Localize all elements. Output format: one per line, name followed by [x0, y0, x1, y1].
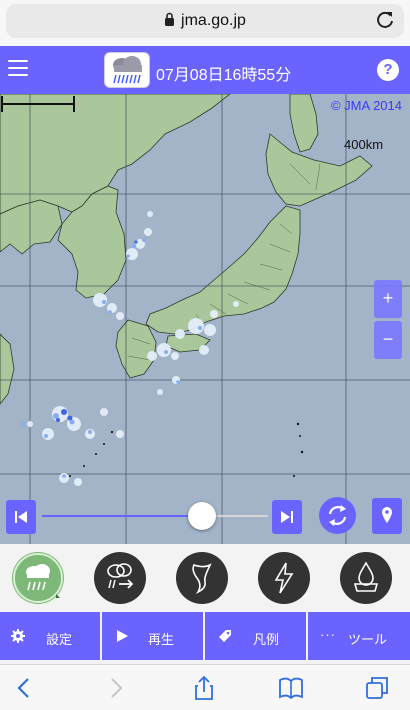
radar-map[interactable]: © JMA 2014 400km + − [0, 94, 410, 544]
skip-back-icon [15, 511, 27, 523]
refresh-cycle-icon [328, 505, 347, 526]
rain-cloud-icon [113, 56, 142, 84]
play-button[interactable]: 再生 [102, 612, 203, 660]
rain-forecast-icon [96, 554, 144, 602]
rain-cloud-logo-icon[interactable] [104, 52, 150, 88]
tag-icon [219, 630, 231, 642]
timestamp-title: 07月08日16時55分 [156, 67, 292, 84]
browser-url-bar: jma.go.jp [0, 0, 410, 46]
kyushu-landmass [115, 319, 157, 379]
settings-button[interactable]: 設定 [0, 612, 100, 660]
settings-label: 設定 [46, 632, 73, 647]
first-frame-button[interactable] [6, 500, 36, 534]
layer-rain-radar-button[interactable] [12, 552, 64, 604]
host-text: jma.go.jp [181, 12, 246, 29]
sakhalin-landmass [289, 94, 319, 153]
bookmarks-icon[interactable] [278, 675, 304, 701]
china-south-landmass [0, 333, 15, 405]
browser-toolbar [0, 664, 410, 710]
gear-icon [11, 629, 25, 643]
zoom-out-button[interactable]: − [374, 321, 402, 359]
lightning-icon [260, 554, 308, 602]
time-slider-knob[interactable] [188, 502, 216, 530]
legend-label: 凡例 [253, 632, 280, 647]
play-icon [117, 630, 128, 642]
lock-icon [165, 12, 175, 26]
water-drop-icon [342, 554, 390, 602]
play-label: 再生 [148, 632, 175, 647]
scale-bar [1, 96, 75, 112]
back-icon[interactable] [12, 675, 38, 701]
layer-thunder-button[interactable] [258, 552, 310, 604]
layer-precip-intensity-button[interactable] [340, 552, 392, 604]
auto-refresh-button[interactable] [319, 497, 356, 534]
tools-label: ツール [348, 632, 388, 647]
help-icon[interactable]: ? [377, 59, 399, 81]
zoom-in-button[interactable]: + [374, 280, 402, 318]
skip-forward-icon [281, 511, 293, 523]
address-host[interactable]: jma.go.jp [0, 12, 410, 30]
map-pin-icon [382, 507, 392, 523]
layer-tornado-button[interactable] [176, 552, 228, 604]
app-header: 07月08日16時55分 ? [0, 46, 410, 94]
share-icon[interactable] [191, 675, 217, 701]
copyright-text: © JMA 2014 [330, 98, 402, 113]
tabs-icon[interactable] [364, 675, 390, 701]
bottom-toolbar: 設定 再生 凡例 ··· ツール [0, 612, 410, 660]
more-dots-icon: ··· [320, 627, 336, 642]
layer-selector [0, 544, 410, 612]
forward-icon[interactable] [102, 675, 128, 701]
last-frame-button[interactable] [272, 500, 302, 534]
reload-icon[interactable] [374, 9, 396, 31]
rain-cloud-icon [13, 553, 63, 603]
hamburger-menu-icon[interactable] [8, 60, 28, 78]
time-slider-track[interactable] [42, 515, 202, 517]
honshu-landmass [145, 205, 301, 335]
tools-button[interactable]: ··· ツール [308, 612, 410, 660]
map-canvas [0, 94, 410, 544]
scale-label: 400km [344, 137, 384, 152]
legend-button[interactable]: 凡例 [205, 612, 306, 660]
layer-rain-forecast-button[interactable] [94, 552, 146, 604]
tornado-icon [178, 554, 226, 602]
current-location-button[interactable] [372, 498, 402, 534]
